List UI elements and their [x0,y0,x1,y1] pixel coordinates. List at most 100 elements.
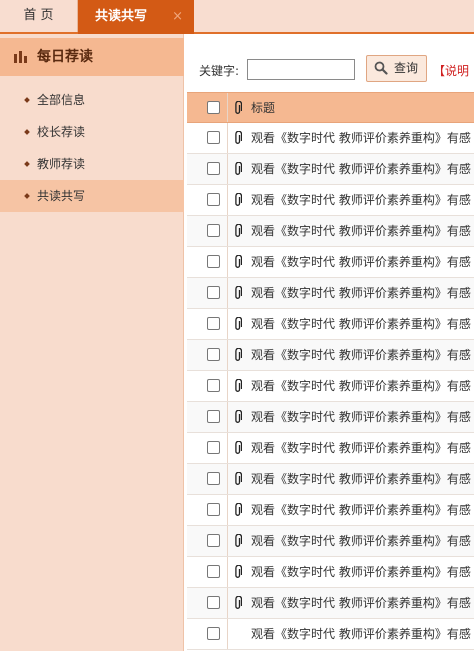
table-row[interactable]: 观看《数字时代 教师评价素养重构》有感 [187,154,474,185]
row-title-link[interactable]: 观看《数字时代 教师评价素养重构》有感 [251,619,471,650]
sidebar-item-label: 共读共写 [37,189,86,203]
sidebar-item[interactable]: 教师荐读 [0,148,184,180]
attachment-icon [235,379,242,392]
tab-label: 共读共写 [95,9,148,24]
row-title-link[interactable]: 观看《数字时代 教师评价素养重构》有感 [251,216,471,247]
row-title-link[interactable]: 观看《数字时代 教师评价素养重构》有感 [251,402,471,433]
sidebar-item[interactable]: 校长荐读 [0,116,184,148]
select-all-checkbox[interactable] [207,101,220,114]
attachment-icon [235,255,242,268]
row-checkbox[interactable] [207,224,220,237]
row-checkbox[interactable] [207,472,220,485]
row-checkbox[interactable] [207,627,220,640]
table-row[interactable]: 观看《数字时代 教师评价素养重构》有感 [187,433,474,464]
attachment-icon [235,193,242,206]
table-row[interactable]: 观看《数字时代 教师评价素养重构》有感 [187,371,474,402]
row-title-link[interactable]: 观看《数字时代 教师评价素养重构》有感 [251,309,471,340]
sidebar-header-label: 每日荐读 [37,49,93,65]
row-title-link[interactable]: 观看《数字时代 教师评价素养重构》有感 [251,278,471,309]
table-row[interactable]: 观看《数字时代 教师评价素养重构》有感 [187,278,474,309]
search-bar: 关键字: 查询 【说明 [185,34,474,90]
sidebar-list: 全部信息校长荐读教师荐读共读共写 [0,84,184,212]
row-title-link[interactable]: 观看《数字时代 教师评价素养重构》有感 [251,371,471,402]
table-row[interactable]: 观看《数字时代 教师评价素养重构》有感 [187,619,474,650]
bullet-icon [24,193,30,199]
row-checkbox[interactable] [207,286,220,299]
attachment-icon [235,410,242,423]
close-icon[interactable]: × [172,0,183,33]
bullet-icon [24,161,30,167]
sidebar-item[interactable]: 共读共写 [0,180,184,212]
attachment-icon [235,565,242,578]
table-row[interactable]: 观看《数字时代 教师评价素养重构》有感 [187,526,474,557]
list-table: 标题 观看《数字时代 教师评价素养重构》有感 观看《数字时代 教师评价素养重构》有… [187,92,474,650]
attachment-icon [235,596,242,609]
attachment-icon [235,317,242,330]
table-row[interactable]: 观看《数字时代 教师评价素养重构》有感 [187,588,474,619]
row-title-link[interactable]: 观看《数字时代 教师评价素养重构》有感 [251,526,471,557]
sidebar-header: 每日荐读 [0,38,184,76]
row-checkbox[interactable] [207,162,220,175]
row-checkbox[interactable] [207,503,220,516]
row-checkbox[interactable] [207,255,220,268]
table-row[interactable]: 观看《数字时代 教师评价素养重构》有感 [187,495,474,526]
keyword-label: 关键字: [199,64,240,78]
attachment-icon [235,503,242,516]
row-checkbox[interactable] [207,193,220,206]
table-row[interactable]: 观看《数字时代 教师评价素养重构》有感 [187,123,474,154]
tab-home[interactable]: 首 页 [0,0,78,32]
row-title-link[interactable]: 观看《数字时代 教师评价素养重构》有感 [251,557,471,588]
row-checkbox[interactable] [207,565,220,578]
row-checkbox[interactable] [207,348,220,361]
attachment-icon [235,224,242,237]
table-row[interactable]: 观看《数字时代 教师评价素养重构》有感 [187,309,474,340]
row-checkbox[interactable] [207,317,220,330]
attachment-icon [235,348,242,361]
table-row[interactable]: 观看《数字时代 教师评价素养重构》有感 [187,247,474,278]
row-title-link[interactable]: 观看《数字时代 教师评价素养重构》有感 [251,185,471,216]
row-checkbox[interactable] [207,379,220,392]
row-checkbox[interactable] [207,596,220,609]
sidebar: 每日荐读 全部信息校长荐读教师荐读共读共写 [0,34,184,651]
attachment-icon [235,441,242,454]
bar-chart-icon [14,51,28,63]
tab-gongdu-gongxie[interactable]: 共读共写 × [78,0,194,34]
row-title-link[interactable]: 观看《数字时代 教师评价素养重构》有感 [251,464,471,495]
row-checkbox[interactable] [207,441,220,454]
attachment-icon [235,131,242,144]
note-text: 【说明 [433,64,470,78]
bullet-icon [24,129,30,135]
main-content: 关键字: 查询 【说明 标题 观看《数字时代 教师评价素养重构》有感 观看《数字时… [185,34,474,651]
row-checkbox[interactable] [207,410,220,423]
row-title-link[interactable]: 观看《数字时代 教师评价素养重构》有感 [251,340,471,371]
attachment-icon [235,101,242,114]
row-title-link[interactable]: 观看《数字时代 教师评价素养重构》有感 [251,154,471,185]
sidebar-item-label: 全部信息 [37,93,86,107]
table-row[interactable]: 观看《数字时代 教师评价素养重构》有感 [187,340,474,371]
search-button-label: 查询 [394,61,419,75]
row-title-link[interactable]: 观看《数字时代 教师评价素养重构》有感 [251,588,471,619]
search-icon [374,61,388,75]
row-checkbox[interactable] [207,534,220,547]
row-title-link[interactable]: 观看《数字时代 教师评价素养重构》有感 [251,433,471,464]
bullet-icon [24,97,30,103]
row-title-link[interactable]: 观看《数字时代 教师评价素养重构》有感 [251,495,471,526]
attachment-icon [235,534,242,547]
table-row[interactable]: 观看《数字时代 教师评价素养重构》有感 [187,557,474,588]
row-checkbox[interactable] [207,131,220,144]
row-title-link[interactable]: 观看《数字时代 教师评价素养重构》有感 [251,247,471,278]
sidebar-item[interactable]: 全部信息 [0,84,184,116]
table-row[interactable]: 观看《数字时代 教师评价素养重构》有感 [187,464,474,495]
table-row[interactable]: 观看《数字时代 教师评价素养重构》有感 [187,402,474,433]
sidebar-item-label: 教师荐读 [37,157,86,171]
search-button[interactable]: 查询 [366,55,427,82]
column-title-header[interactable]: 标题 [251,93,275,124]
table-row[interactable]: 观看《数字时代 教师评价素养重构》有感 [187,185,474,216]
attachment-icon [235,472,242,485]
keyword-input[interactable] [247,59,355,80]
sidebar-item-label: 校长荐读 [37,125,86,139]
attachment-icon [235,286,242,299]
table-row[interactable]: 观看《数字时代 教师评价素养重构》有感 [187,216,474,247]
attachment-icon [235,162,242,175]
row-title-link[interactable]: 观看《数字时代 教师评价素养重构》有感 [251,123,471,154]
